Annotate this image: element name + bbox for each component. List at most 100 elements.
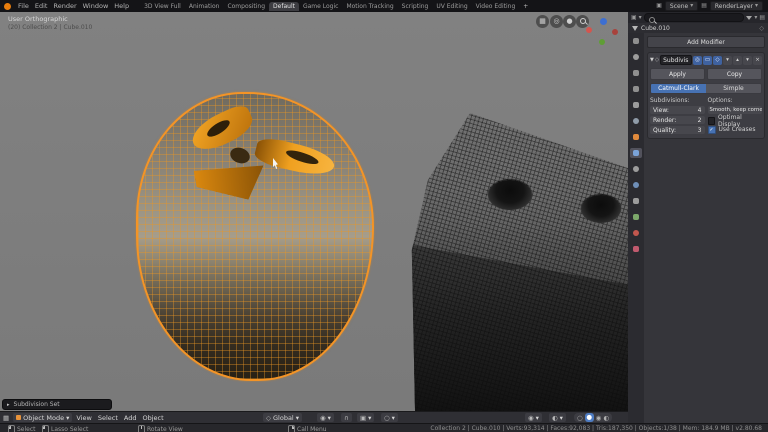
shading-wireframe-icon[interactable]: ○ xyxy=(577,414,583,422)
blender-logo-icon[interactable] xyxy=(4,2,11,10)
snap-target-dropdown[interactable]: ▣ ▾ xyxy=(357,413,375,422)
properties-tab-particles-icon[interactable] xyxy=(630,164,642,174)
scene-statistics: Collection 2 | Cube.010 | Verts:93,314 |… xyxy=(430,425,762,432)
menu-window[interactable]: Window xyxy=(80,2,112,10)
axis-z-dot[interactable] xyxy=(600,18,607,25)
menu-add[interactable]: Add xyxy=(121,414,140,422)
axis-x-neg-dot[interactable] xyxy=(612,29,618,35)
close-icon[interactable]: × xyxy=(753,55,762,65)
add-workspace-button[interactable]: + xyxy=(519,2,532,11)
menu-file[interactable]: File xyxy=(15,2,32,10)
editmode-toggle-icon[interactable]: ◇ xyxy=(713,55,722,65)
menu-select[interactable]: Select xyxy=(95,414,121,422)
selected-subdivided-object[interactable] xyxy=(136,92,374,381)
outliner-item-cube[interactable]: Cube.010 ◇ xyxy=(628,23,768,33)
wireframe-overlay xyxy=(138,94,372,379)
outliner-search-input[interactable] xyxy=(643,13,745,23)
outliner: ▣ ▾ ▾ ▤ Cube.010 ◇ xyxy=(628,12,768,33)
editor-type-icon[interactable]: ▦ xyxy=(0,414,12,422)
3d-viewport[interactable]: User Orthographic (20) Collection 2 | Cu… xyxy=(0,12,628,411)
catmull-clark-button[interactable]: Catmull-Clark xyxy=(651,84,706,93)
render-toggle-icon[interactable]: ◎ xyxy=(693,55,702,65)
proportional-editing-dropdown[interactable]: ○ ▾ xyxy=(381,413,398,422)
properties-tab-modifiers-icon[interactable] xyxy=(630,148,642,158)
tab-scripting[interactable]: Scripting xyxy=(398,2,433,11)
properties-editor: Add Modifier ▼ ◇ Subdivis ◎ ▭ ◇ ▾ ▴ ▾ × xyxy=(628,33,768,423)
tab-compositing[interactable]: Compositing xyxy=(223,2,269,11)
simple-button[interactable]: Simple xyxy=(706,84,761,93)
properties-tab-object-data-icon[interactable] xyxy=(630,212,642,222)
tab-default[interactable]: Default xyxy=(269,1,299,11)
menu-help[interactable]: Help xyxy=(111,2,132,10)
shading-rendered-icon[interactable]: ◐ xyxy=(603,414,609,422)
view-name-label: User Orthographic xyxy=(8,15,68,23)
mode-dropdown[interactable]: Object Mode ▾ xyxy=(13,413,73,422)
modifier-name-field[interactable]: Subdivis xyxy=(660,55,692,65)
properties-tab-texture-icon[interactable] xyxy=(630,244,642,254)
scene-selector[interactable]: Scene ▾ xyxy=(664,1,699,11)
add-modifier-button[interactable]: Add Modifier xyxy=(647,36,765,48)
tab-game-logic[interactable]: Game Logic xyxy=(299,2,342,11)
properties-tab-render-icon[interactable] xyxy=(630,52,642,62)
properties-tab-constraints-icon[interactable] xyxy=(630,196,642,206)
collection-filter-icon[interactable]: ▣ xyxy=(631,14,637,21)
snap-magnet-toggle[interactable]: ∩ xyxy=(341,413,352,422)
move-down-button[interactable]: ▾ xyxy=(743,55,752,65)
filter-funnel-icon[interactable] xyxy=(746,15,753,20)
optimal-display-checkbox[interactable] xyxy=(707,116,716,125)
background-subdivided-box[interactable] xyxy=(411,113,628,411)
gizmos-dropdown[interactable]: ◉ ▾ xyxy=(525,413,542,422)
menu-object[interactable]: Object xyxy=(139,414,166,422)
chevron-down-icon: ▾ xyxy=(368,413,372,422)
use-creases-checkbox[interactable]: ✓ xyxy=(707,125,716,134)
copy-button[interactable]: Copy xyxy=(707,68,762,80)
workspace-tabs: 3D View Full Animation Compositing Defau… xyxy=(140,0,532,12)
tab-motion-tracking[interactable]: Motion Tracking xyxy=(342,2,397,11)
cage-toggle-icon[interactable]: ▾ xyxy=(723,55,732,65)
menu-edit[interactable]: Edit xyxy=(32,2,51,10)
box-wireframe-overlay xyxy=(411,113,628,411)
tab-3d-view-full[interactable]: 3D View Full xyxy=(140,2,185,11)
tab-video-editing[interactable]: Video Editing xyxy=(472,2,520,11)
pivot-point-icon: ◉ xyxy=(320,413,326,422)
properties-tab-physics-icon[interactable] xyxy=(630,180,642,190)
box-hole xyxy=(488,180,532,210)
move-hand-icon[interactable]: ● xyxy=(563,15,576,28)
overlays-dropdown[interactable]: ◐ ▾ xyxy=(549,413,566,422)
use-creases-row: ✓ Use Creases xyxy=(707,125,756,134)
orientation-dropdown[interactable]: ◇ Global ▾ xyxy=(263,413,303,422)
axis-gizmo[interactable] xyxy=(584,14,620,50)
status-bar: Select Lasso Select Rotate View Call Men… xyxy=(0,423,768,432)
render-layer-selector[interactable]: RenderLayer ▾ xyxy=(709,1,763,11)
display-mode-icon[interactable]: ▤ xyxy=(759,14,765,21)
editor-type-icon[interactable] xyxy=(630,36,642,46)
properties-tab-scene-icon[interactable] xyxy=(630,100,642,110)
operator-panel-label: Subdivision Set xyxy=(13,401,60,408)
tab-uv-editing[interactable]: UV Editing xyxy=(432,2,471,11)
menu-render[interactable]: Render xyxy=(50,2,79,10)
operator-panel[interactable]: ▸ Subdivision Set xyxy=(2,399,112,410)
viewport-toggle-icon[interactable]: ▭ xyxy=(703,55,712,65)
menu-view[interactable]: View xyxy=(73,414,94,422)
tab-animation[interactable]: Animation xyxy=(185,2,224,11)
properties-tab-object-icon[interactable] xyxy=(630,132,642,142)
properties-tab-view-layer-icon[interactable] xyxy=(630,84,642,94)
shading-material-icon[interactable]: ◉ xyxy=(596,414,602,422)
options-column: Options: Smooth, keep corners ▾ Optimal … xyxy=(707,97,762,136)
axis-x-dot[interactable] xyxy=(586,27,592,33)
collapse-triangle-icon[interactable]: ▼ xyxy=(650,57,654,63)
properties-tab-output-icon[interactable] xyxy=(630,68,642,78)
pivot-dropdown[interactable]: ◉ ▾ xyxy=(317,413,334,422)
properties-tab-material-icon[interactable] xyxy=(630,228,642,238)
left-mouse-icon xyxy=(42,425,49,432)
axis-y-dot[interactable] xyxy=(599,39,605,45)
render-subdivisions-field[interactable]: Render: 2 xyxy=(650,116,705,124)
move-up-button[interactable]: ▴ xyxy=(733,55,742,65)
ortho-grid-icon[interactable]: ▦ xyxy=(536,15,549,28)
apply-button[interactable]: Apply xyxy=(650,68,705,80)
view-subdivisions-field[interactable]: View: 4 xyxy=(650,106,705,114)
shading-solid-icon[interactable]: ● xyxy=(584,413,594,422)
properties-tab-world-icon[interactable] xyxy=(630,116,642,126)
camera-view-icon[interactable]: ◎ xyxy=(550,15,563,28)
quality-field[interactable]: Quality: 3 xyxy=(650,126,705,134)
